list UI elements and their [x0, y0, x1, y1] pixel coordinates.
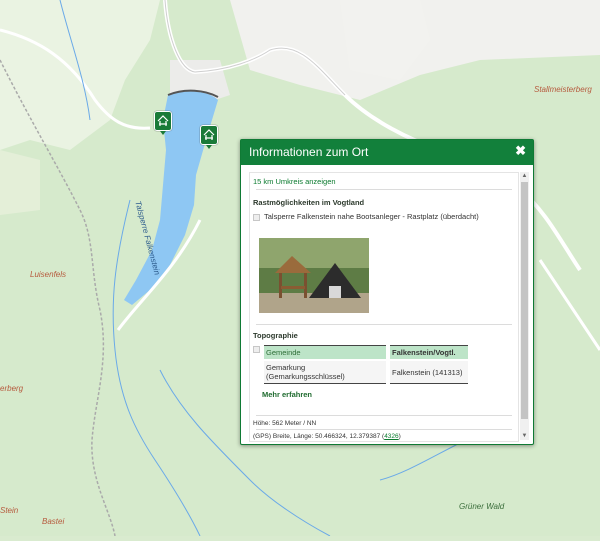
divider: [256, 324, 512, 325]
topo-label-gemarkung: Gemarkung (Gemarkungsschlüssel): [264, 361, 386, 384]
map-label-stein: Stein: [0, 506, 19, 515]
map-label-luisenfels: Luisenfels: [30, 270, 67, 279]
popup-scrollbar[interactable]: ▲ ▼: [520, 172, 529, 440]
table-row: Gemarkung (Gemarkungsschlüssel) Falkenst…: [264, 361, 468, 384]
scroll-up-icon[interactable]: ▲: [520, 172, 529, 180]
gps-suffix: ): [398, 433, 401, 440]
gps-text: (GPS) Breite, Länge: 50.466324, 12.37938…: [253, 433, 401, 440]
divider: [256, 189, 512, 190]
gps-epsg-link[interactable]: 4326: [384, 433, 398, 440]
rest-item: Talsperre Falkenstein nahe Bootsanleger …: [253, 212, 479, 221]
popup-content[interactable]: 15 km Umkreis anzeigen Rastmöglichkeiten…: [249, 172, 519, 442]
rest-area-photo: [259, 238, 369, 313]
rest-heading: Rastmöglichkeiten im Vogtland: [253, 198, 365, 207]
picnic-shelter-icon[interactable]: [154, 111, 172, 135]
map-label-erberg: erberg: [0, 384, 24, 393]
scroll-down-icon[interactable]: ▼: [520, 432, 529, 440]
popup-header: Informationen zum Ort ✖: [241, 140, 533, 165]
topography-table: Gemeinde Falkenstein/Vogtl. Gemarkung (G…: [260, 343, 472, 386]
popup-title: Informationen zum Ort: [249, 145, 369, 159]
close-icon[interactable]: ✖: [515, 143, 526, 159]
divider: [256, 429, 512, 430]
map-label-bastei: Bastei: [42, 517, 65, 526]
topo-checkbox[interactable]: [253, 346, 260, 353]
table-row: Gemeinde Falkenstein/Vogtl.: [264, 345, 468, 359]
topo-label-gemeinde: Gemeinde: [264, 345, 386, 359]
item-checkbox[interactable]: [253, 213, 260, 221]
divider: [256, 415, 512, 416]
scroll-thumb[interactable]: [521, 182, 528, 419]
picnic-shelter-icon[interactable]: [200, 125, 218, 149]
map-label-gruener-wald: Grüner Wald: [459, 502, 505, 511]
more-link[interactable]: Mehr erfahren: [262, 390, 312, 399]
topo-heading: Topographie: [253, 331, 298, 340]
topo-value-gemeinde: Falkenstein/Vogtl.: [390, 345, 468, 359]
gps-label: (GPS) Breite, Länge: 50.466324, 12.37938…: [253, 433, 385, 440]
radius-link[interactable]: 15 km Umkreis anzeigen: [253, 177, 336, 186]
height-text: Höhe: 562 Meter / NN: [253, 420, 317, 427]
topo-value-gemarkung: Falkenstein (141313): [390, 361, 468, 384]
location-info-popup: Informationen zum Ort ✖ 15 km Umkreis an…: [240, 139, 534, 445]
map-label-stallmeisterberg: Stallmeisterberg: [534, 85, 592, 94]
rest-item-label: Talsperre Falkenstein nahe Bootsanleger …: [264, 212, 479, 221]
